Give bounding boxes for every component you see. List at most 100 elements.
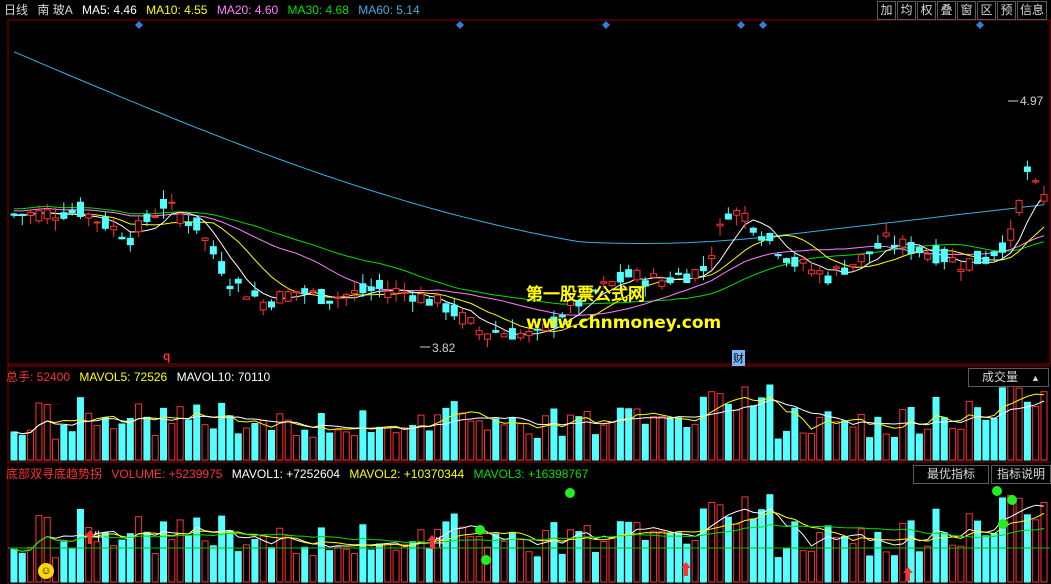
volume-bar: [392, 432, 400, 461]
volume-bar: [1032, 406, 1040, 461]
event-diamond-icon: [602, 21, 610, 29]
indicator-bar: [68, 548, 76, 583]
volume-bar: [43, 404, 51, 461]
candle-body: [716, 223, 724, 227]
indicator-bar: [375, 543, 383, 583]
volume-bar: [384, 427, 392, 461]
volume-bar: [18, 434, 26, 461]
volume-bar: [982, 419, 990, 461]
mavol5-label: MAVOL5: 72526: [79, 370, 168, 384]
indicator-help-button[interactable]: 指标说明: [991, 465, 1051, 484]
indicator-bar: [533, 556, 541, 583]
candle-body: [160, 199, 168, 209]
indicator-bar: [168, 539, 176, 583]
volume-indicator-dropdown[interactable]: 成交量 ▲: [968, 368, 1049, 387]
volume-bar: [625, 408, 633, 461]
indicator-bar: [276, 527, 284, 583]
toolbar-button-window[interactable]: 窗: [957, 1, 976, 20]
candle-body: [483, 333, 491, 340]
indicator-bar: [675, 532, 683, 583]
volume-bar: [475, 420, 483, 461]
indicator-bar: [940, 532, 948, 583]
toolbar-button-add[interactable]: 加: [877, 1, 896, 20]
volume-bar: [35, 402, 43, 461]
candle-body: [774, 254, 782, 257]
indicator-bar: [143, 531, 151, 583]
candle-body: [475, 330, 483, 336]
volume-bar: [60, 424, 68, 461]
volume-bar: [467, 420, 475, 461]
candle-body: [849, 264, 857, 268]
candle-body: [342, 293, 350, 297]
candle-body: [625, 269, 633, 278]
period-label[interactable]: 日线: [4, 3, 28, 17]
toolbar-button-overlay[interactable]: 叠: [937, 1, 956, 20]
candle-body: [932, 245, 940, 264]
indicator-bar: [467, 536, 475, 583]
volume-bar: [841, 420, 849, 461]
volume-bar: [525, 433, 533, 461]
volume-total: 总手: 52400: [6, 370, 71, 384]
candle-body: [816, 270, 824, 275]
indicator-bar: [10, 548, 18, 583]
candle-body: [367, 286, 375, 292]
volume-bar: [442, 407, 450, 461]
volume-bar: [85, 412, 93, 461]
candle-body: [766, 232, 774, 242]
candle-body: [52, 217, 60, 221]
candle-body: [990, 251, 998, 257]
candle-body: [60, 212, 68, 219]
candle-body: [209, 246, 217, 255]
indicator-name[interactable]: 底部双寻底趋势拐: [6, 467, 102, 481]
indicator-bar: [218, 515, 226, 583]
volume-bar: [93, 424, 101, 461]
volume-bar: [600, 424, 608, 461]
best-indicator-button[interactable]: 最优指标: [913, 465, 989, 484]
indicator-bar: [699, 508, 707, 583]
volume-bar: [899, 409, 907, 461]
volume-bar: [52, 438, 60, 461]
indicator-bar: [359, 524, 367, 583]
toolbar-button-info[interactable]: 信息: [1017, 1, 1047, 20]
candle-body: [118, 236, 126, 240]
candle-body: [10, 213, 18, 216]
indicator-bar: [492, 533, 500, 583]
candle-body: [658, 280, 666, 287]
indicator-bar: [209, 545, 217, 583]
indicator-bar: [110, 545, 118, 583]
volume-bar: [616, 407, 624, 461]
candle-body: [1040, 194, 1048, 202]
candle-body: [866, 251, 874, 255]
toolbar-button-rights[interactable]: 权: [917, 1, 936, 20]
volume-bar: [915, 433, 923, 461]
low-price-label: 3.82: [432, 341, 456, 355]
volume-bar: [284, 419, 292, 461]
candle-body: [691, 269, 699, 280]
candle-body: [733, 210, 741, 216]
candle-body: [68, 209, 76, 214]
volume-bar: [550, 408, 558, 461]
volume-bar: [126, 417, 134, 461]
candle-body: [708, 255, 716, 260]
indicator-bar: [857, 528, 865, 583]
volume-bar: [143, 416, 151, 461]
high-price-label: 4.97: [1020, 94, 1044, 108]
toolbar-button-forecast[interactable]: 预: [997, 1, 1016, 20]
candle-body: [874, 242, 882, 249]
ma30-label: MA30: 4.68: [287, 3, 349, 17]
indicator-bar: [326, 550, 334, 583]
candle-body: [924, 253, 932, 260]
volume-bar: [857, 413, 865, 461]
indicator-bar: [982, 535, 990, 583]
candle-body: [309, 290, 317, 293]
candle-body: [940, 248, 948, 263]
candle-body: [251, 290, 259, 297]
indicator-bar: [990, 532, 998, 583]
toolbar-button-range[interactable]: 区: [977, 1, 996, 20]
indicator-bar: [791, 521, 799, 583]
toolbar-button-avg[interactable]: 均: [897, 1, 916, 20]
indicator-bar: [666, 532, 674, 583]
indicator-bar: [783, 548, 790, 583]
indicator-bar: [517, 539, 525, 583]
finance-marker[interactable]: 财: [732, 350, 745, 366]
